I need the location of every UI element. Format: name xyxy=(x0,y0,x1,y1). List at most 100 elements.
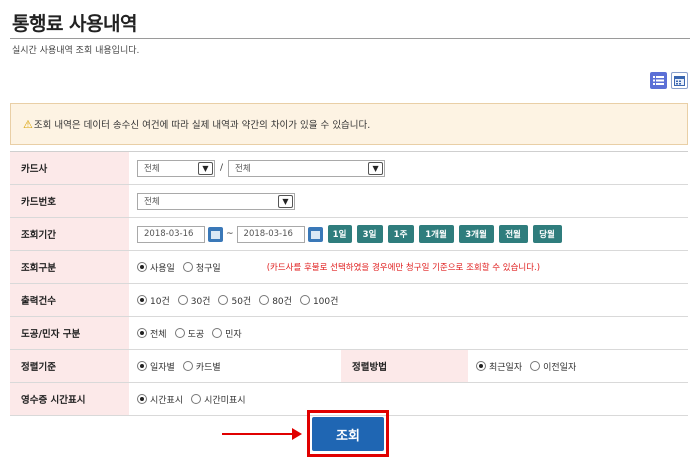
start-date-input[interactable]: 2018-03-16 xyxy=(137,225,205,243)
radio-label: 이전일자 xyxy=(543,362,577,373)
radio-label: 민자 xyxy=(225,329,242,340)
row-public-private: 도공/민자 구분 전체 도공 민자 xyxy=(10,317,688,350)
radio-checked-icon xyxy=(137,394,147,404)
radio-count-10[interactable]: 10건 xyxy=(137,294,170,307)
radio-all[interactable]: 전체 xyxy=(137,327,167,340)
card-company-select-1[interactable]: 전체 ▼ xyxy=(137,159,215,177)
radio-checked-icon xyxy=(137,262,147,272)
notice-box: ⚠ 조회 내역은 데이터 송수신 여건에 따라 실제 내역과 약간의 차이가 있… xyxy=(10,103,688,145)
public-private-label: 도공/민자 구분 xyxy=(10,317,129,349)
highlight-box xyxy=(307,410,389,457)
radio-checked-icon xyxy=(137,361,147,371)
radio-count-80[interactable]: 80건 xyxy=(259,294,292,307)
row-query-type: 조회구분 사용일 청구일 (카드사를 후불로 선택하였을 경우에만 청구일 기준… xyxy=(10,251,688,284)
row-period: 조회기간 2018-03-16 ~ 2018-03-16 1일 3일 1주 1개… xyxy=(10,218,688,251)
row-sort: 정렬기준 일자별 카드별 정렬방법 최근일자 이전일자 xyxy=(10,350,688,383)
notice-text: 조회 내역은 데이터 송수신 여건에 따라 실제 내역과 약간의 차이가 있을 … xyxy=(33,120,371,131)
page-title: 통행료 사용내역 xyxy=(12,13,137,35)
preset-this-month-button[interactable]: 당월 xyxy=(532,225,562,243)
radio-unchecked-icon xyxy=(299,295,310,305)
radio-label: 50건 xyxy=(231,296,252,307)
billing-date-note: (카드사를 후불로 선택하였을 경우에만 청구일 기준으로 조회할 수 있습니다… xyxy=(266,263,541,273)
calendar-icon xyxy=(674,76,685,86)
card-company-label: 카드사 xyxy=(10,152,129,184)
radio-unchecked-icon xyxy=(530,361,541,371)
chevron-down-icon: ▼ xyxy=(198,161,213,175)
radio-by-date[interactable]: 일자별 xyxy=(137,360,175,373)
card-company-select-1-value: 전체 xyxy=(144,164,160,174)
preset-1-month-button[interactable]: 1개월 xyxy=(418,225,454,243)
radio-by-card[interactable]: 카드별 xyxy=(182,360,221,373)
radio-label: 카드별 xyxy=(195,362,221,373)
search-form: 카드사 전체 ▼ / 전체 ▼ 카드번호 전체 ▼ 조회기간 2018-03-1… xyxy=(10,151,688,416)
radio-hide-time[interactable]: 시간미표시 xyxy=(191,393,246,406)
preset-3-day-button[interactable]: 3일 xyxy=(356,225,383,243)
chevron-down-icon: ▼ xyxy=(278,194,293,208)
radio-label: 일자별 xyxy=(150,362,175,373)
radio-label: 최근일자 xyxy=(489,362,523,373)
radio-unchecked-icon xyxy=(177,295,188,305)
radio-unchecked-icon xyxy=(212,328,223,338)
card-number-select[interactable]: 전체 ▼ xyxy=(137,192,295,210)
radio-unchecked-icon xyxy=(191,394,202,404)
radio-show-time[interactable]: 시간표시 xyxy=(137,393,183,406)
output-count-label: 출력건수 xyxy=(10,284,129,316)
card-number-label: 카드번호 xyxy=(10,185,129,217)
row-output-count: 출력건수 10건 30건 50건 80건 100건 xyxy=(10,284,688,317)
radio-unchecked-icon xyxy=(174,328,185,338)
radio-checked-icon xyxy=(137,328,147,338)
calendar-icon[interactable] xyxy=(307,226,323,242)
preset-3-month-button[interactable]: 3개월 xyxy=(458,225,494,243)
radio-label: 시간미표시 xyxy=(204,395,246,406)
radio-checked-icon xyxy=(137,295,147,305)
card-company-select-2-value: 전체 xyxy=(235,164,251,174)
radio-checked-icon xyxy=(476,361,486,371)
radio-oldest-first[interactable]: 이전일자 xyxy=(530,360,576,373)
sort-criteria-label: 정렬기준 xyxy=(10,350,129,382)
period-label: 조회기간 xyxy=(10,218,129,250)
card-number-select-value: 전체 xyxy=(144,197,160,207)
radio-unchecked-icon xyxy=(259,295,270,305)
preset-last-month-button[interactable]: 전월 xyxy=(498,225,528,243)
query-type-label: 조회구분 xyxy=(10,251,129,283)
row-card-number: 카드번호 전체 ▼ xyxy=(10,185,688,218)
radio-recent-first[interactable]: 최근일자 xyxy=(476,360,522,373)
radio-unchecked-icon xyxy=(182,361,193,371)
pointer-arrow xyxy=(222,428,302,440)
chevron-down-icon: ▼ xyxy=(368,161,384,175)
warning-icon: ⚠ xyxy=(23,117,33,131)
end-date-input[interactable]: 2018-03-16 xyxy=(236,225,305,243)
radio-count-30[interactable]: 30건 xyxy=(177,294,211,307)
separator-slash: / xyxy=(220,163,224,173)
radio-label: 사용일 xyxy=(150,263,175,274)
radio-public[interactable]: 도공 xyxy=(174,327,205,340)
sort-method-label: 정렬방법 xyxy=(341,350,468,382)
range-tilde: ~ xyxy=(226,229,234,239)
radio-count-100[interactable]: 100건 xyxy=(299,294,339,307)
preset-1-week-button[interactable]: 1주 xyxy=(387,225,414,243)
calendar-icon[interactable] xyxy=(208,226,223,242)
radio-count-50[interactable]: 50건 xyxy=(218,294,251,307)
page-subtitle: 실시간 사용내역 조회 내용입니다. xyxy=(12,46,140,56)
radio-label: 도공 xyxy=(187,329,205,340)
radio-label: 전체 xyxy=(150,329,167,340)
list-view-button[interactable] xyxy=(650,72,667,89)
receipt-time-label: 영수증 시간표시 xyxy=(10,383,129,415)
list-icon xyxy=(653,76,664,85)
radio-label: 100건 xyxy=(312,296,339,307)
radio-label: 10건 xyxy=(150,296,170,307)
radio-label: 30건 xyxy=(190,296,211,307)
radio-billing-date[interactable]: 청구일 xyxy=(182,261,221,274)
row-card-company: 카드사 전체 ▼ / 전체 ▼ xyxy=(10,152,688,185)
preset-1-day-button[interactable]: 1일 xyxy=(327,225,352,243)
radio-unchecked-icon xyxy=(182,262,193,272)
radio-label: 80건 xyxy=(272,296,292,307)
radio-label: 청구일 xyxy=(195,263,221,274)
radio-private[interactable]: 민자 xyxy=(212,327,242,340)
calendar-view-button[interactable] xyxy=(671,72,688,89)
title-divider xyxy=(10,38,690,39)
radio-label: 시간표시 xyxy=(150,395,184,406)
card-company-select-2[interactable]: 전체 ▼ xyxy=(228,159,386,177)
radio-usage-date[interactable]: 사용일 xyxy=(137,261,175,274)
radio-unchecked-icon xyxy=(218,295,229,305)
